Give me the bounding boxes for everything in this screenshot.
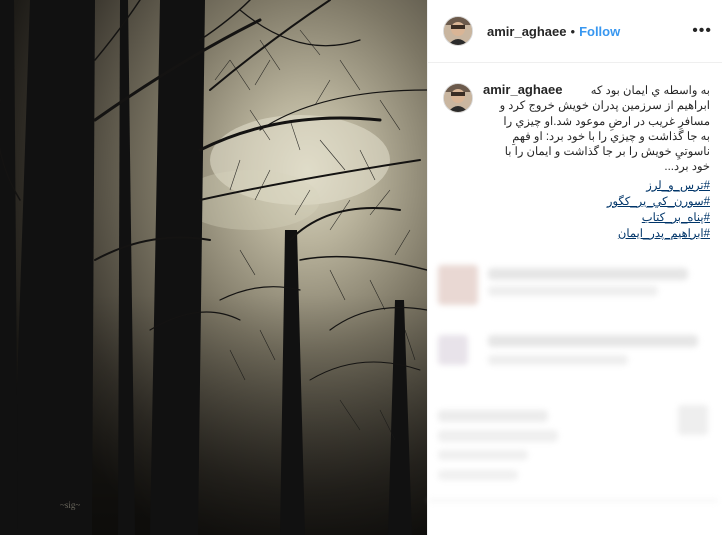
blurred-text (438, 410, 548, 422)
instagram-post: ~sig~ amir_aghaee • Follow ••• amir_agha… (0, 0, 722, 535)
caption-line: به جا گذاشت و چيزي را با خود برد: او فهم… (512, 130, 710, 143)
follow-button[interactable]: Follow (579, 24, 620, 39)
forest-silhouette-image: ~sig~ (0, 0, 427, 535)
post-photo[interactable]: ~sig~ (0, 0, 427, 535)
caption-line: به واسطه ي ايمان بود كه (590, 85, 710, 97)
divider (428, 500, 718, 501)
blurred-text (488, 268, 688, 280)
post-side-panel: amir_aghaee • Follow ••• amir_aghaee به … (427, 0, 722, 535)
avatar-icon (444, 17, 472, 45)
svg-text:~sig~: ~sig~ (60, 500, 80, 510)
hashtag-link[interactable]: #پناه_بر_كتاب (483, 210, 710, 226)
caption-line: ناسوتيِ خويش را بر جا گذاشت و ايمان را ب… (504, 146, 710, 159)
caption-line: ابراهيم از سرزمين پدران خويش خروج كرد و (499, 100, 710, 113)
author-username[interactable]: amir_aghaee (487, 24, 567, 39)
more-options-icon[interactable]: ••• (692, 22, 712, 40)
caption-avatar[interactable] (443, 83, 473, 113)
blurred-text (438, 470, 518, 480)
blurred-avatar (678, 405, 708, 435)
post-header: amir_aghaee • Follow ••• (428, 0, 722, 63)
author-avatar[interactable] (443, 16, 473, 46)
caption-body: amir_aghaee به واسطه ي ايمان بود كه ابرا… (483, 82, 710, 242)
hashtag-link[interactable]: #سورن_كي_ير_كگور (483, 194, 710, 210)
blurred-text (488, 286, 658, 296)
blurred-text (488, 335, 698, 347)
caption-username[interactable]: amir_aghaee (483, 82, 563, 97)
blurred-text (488, 355, 628, 365)
hashtag-list: #ترس_و_لرز #سورن_كي_ير_كگور #پناه_بر_كتا… (483, 178, 710, 242)
blurred-avatar (438, 335, 468, 365)
caption-first-line: amir_aghaee به واسطه ي ايمان بود كه (483, 82, 710, 99)
hashtag-link[interactable]: #ترس_و_لرز (483, 178, 710, 194)
caption-line: مسافرِ غريب در ارضِ موعود شد.او چيزي را (503, 115, 710, 128)
avatar-icon (444, 84, 472, 112)
header-separator: • (570, 23, 576, 39)
hashtag-link[interactable]: #ابراهيم_پدر_ايمان (483, 226, 710, 242)
blurred-avatar (438, 265, 478, 305)
blurred-text (438, 430, 558, 442)
post-caption: amir_aghaee به واسطه ي ايمان بود كه ابرا… (428, 63, 722, 242)
blurred-text (438, 450, 528, 460)
caption-line: خود برد... (664, 161, 710, 174)
